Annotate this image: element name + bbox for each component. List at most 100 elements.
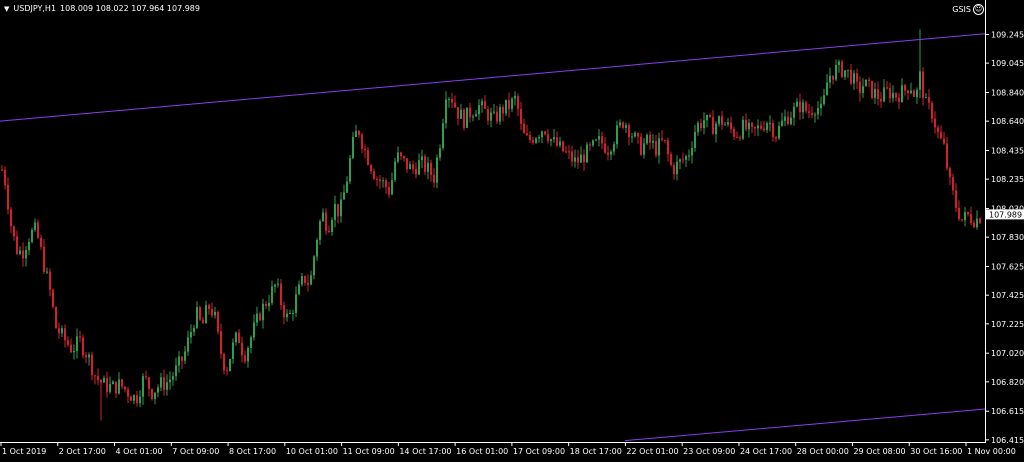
candle-body xyxy=(514,95,516,99)
candle-body xyxy=(61,328,63,334)
chart-area[interactable]: 109.245 109.045 108.840 108.640 108.435 108.2… xyxy=(0,0,1024,458)
candle-body xyxy=(367,150,369,165)
candle-body xyxy=(178,356,180,366)
candle-body xyxy=(172,376,174,380)
dropdown-triangle-icon[interactable]: ▼ xyxy=(4,5,9,13)
candle-body xyxy=(589,144,591,146)
channel-line-upper[interactable] xyxy=(0,33,986,122)
candle-body xyxy=(88,354,90,358)
candle-body xyxy=(856,73,858,82)
candle-body xyxy=(976,218,978,228)
candle-body xyxy=(751,122,753,127)
candle-body xyxy=(694,132,696,149)
candle-body xyxy=(964,212,966,221)
smiley-icon: ☺ xyxy=(973,4,984,15)
candle-body xyxy=(169,379,171,383)
candle-body xyxy=(352,137,354,159)
candle-body xyxy=(688,155,690,157)
candle-body xyxy=(646,134,648,144)
candle-body xyxy=(265,303,267,307)
y-tick-label: 108.840 xyxy=(991,88,1024,97)
candle-body xyxy=(274,284,276,287)
candle-body xyxy=(592,140,594,146)
candle-body xyxy=(742,119,744,139)
candle-body xyxy=(625,125,627,128)
candle-body xyxy=(328,230,330,233)
candle-body xyxy=(643,143,645,155)
x-tick-label: 11 Oct 09:00 xyxy=(343,447,395,456)
candle-body xyxy=(184,351,186,361)
candle-body xyxy=(529,135,531,140)
candle-body xyxy=(301,275,303,285)
candle-body xyxy=(943,138,945,144)
candle-body xyxy=(772,123,774,138)
candle-body xyxy=(439,148,441,158)
candle-body xyxy=(64,328,66,341)
candle-body xyxy=(361,134,363,149)
indicator-name: GSIS xyxy=(952,5,971,14)
candle-body xyxy=(598,136,600,140)
candle-body xyxy=(28,241,30,251)
candle-body xyxy=(241,342,243,356)
candle-body xyxy=(829,75,831,83)
channel-lines[interactable] xyxy=(0,33,986,442)
candle-body xyxy=(70,344,72,353)
x-tick-label: 30 Oct 16:00 xyxy=(910,447,962,456)
candle-body xyxy=(730,122,732,129)
candle-body xyxy=(475,114,477,117)
candle-body xyxy=(820,103,822,109)
y-tick-label: 108.435 xyxy=(991,147,1024,156)
candle-body xyxy=(280,283,282,306)
candle-body xyxy=(127,389,129,397)
candle-body xyxy=(850,69,852,84)
candle-body xyxy=(508,99,510,110)
y-tick-label: 107.425 xyxy=(991,291,1024,300)
candle-body xyxy=(559,141,561,146)
candle-body xyxy=(784,116,786,121)
candle-body xyxy=(487,108,489,121)
candle-body xyxy=(877,89,879,100)
candle-body xyxy=(391,180,393,195)
candle-body xyxy=(790,117,792,125)
candle-body xyxy=(502,107,504,114)
candle-body xyxy=(718,116,720,124)
candle-body xyxy=(469,107,471,118)
candle-body xyxy=(58,328,60,334)
candle-body xyxy=(238,332,240,343)
y-tick-label: 106.415 xyxy=(991,436,1024,445)
candle-body xyxy=(421,156,423,161)
y-tick-label: 107.625 xyxy=(991,263,1024,272)
candle-body xyxy=(658,138,660,156)
candle-body xyxy=(148,377,150,389)
candle-body xyxy=(49,271,51,290)
candle-body xyxy=(496,111,498,122)
candle-body xyxy=(118,379,120,394)
candle-body xyxy=(895,92,897,98)
candle-body xyxy=(865,79,867,87)
candle-body xyxy=(436,157,438,183)
price-chart[interactable]: 109.245 109.045 108.840 108.640 108.435 108.2… xyxy=(0,0,1024,458)
candle-body xyxy=(418,160,420,175)
candle-body xyxy=(46,271,48,273)
candle-body xyxy=(205,305,207,324)
candle-body xyxy=(793,106,795,118)
candle-body xyxy=(874,89,876,98)
candle-body xyxy=(517,95,519,110)
candle-body xyxy=(946,143,948,169)
channel-line-lower[interactable] xyxy=(624,408,986,442)
candle-body xyxy=(151,388,153,400)
candle-body xyxy=(55,306,57,329)
candle-body xyxy=(595,139,597,141)
candle-body xyxy=(133,395,135,401)
candle-body xyxy=(667,140,669,155)
candle-body xyxy=(307,282,309,285)
candle-body xyxy=(214,312,216,316)
candle-body xyxy=(304,275,306,283)
candle-body xyxy=(454,102,456,108)
candle-body xyxy=(520,109,522,124)
candle-body xyxy=(631,136,633,138)
candle-body xyxy=(853,73,855,84)
y-tick-label: 108.235 xyxy=(991,175,1024,184)
x-tick-label: 18 Oct 17:00 xyxy=(570,447,622,456)
candle-body xyxy=(82,337,84,356)
